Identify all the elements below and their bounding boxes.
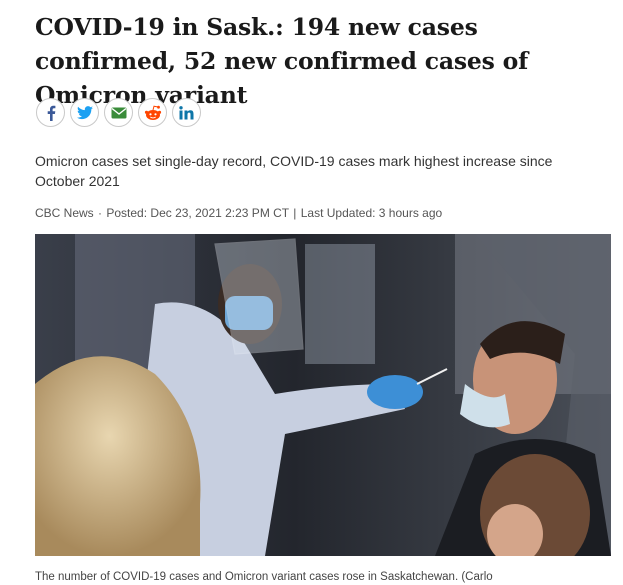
byline: CBC News · Posted: Dec 23, 2021 2:23 PM …: [35, 205, 442, 221]
share-twitter-button[interactable]: [70, 98, 99, 127]
share-facebook-button[interactable]: [36, 98, 65, 127]
share-reddit-button[interactable]: [138, 98, 167, 127]
reddit-icon: [144, 105, 161, 120]
article-deck: Omicron cases set single-day record, COV…: [35, 153, 553, 189]
share-email-button[interactable]: [104, 98, 133, 127]
headline: COVID-19 in Sask.: 194 new cases confirm…: [35, 13, 529, 109]
byline-separator: ·: [98, 206, 103, 220]
twitter-icon: [76, 105, 93, 119]
byline-source: CBC News: [35, 206, 94, 220]
covid-testing-photo: [35, 234, 611, 556]
facebook-icon: [47, 105, 55, 121]
byline-posted: Posted: Dec 23, 2021 2:23 PM CT: [106, 206, 289, 220]
share-linkedin-button[interactable]: [172, 98, 201, 127]
byline-updated: Last Updated: 3 hours ago: [300, 206, 443, 220]
article-photo[interactable]: [35, 234, 611, 556]
byline-divider: |: [293, 206, 297, 220]
linkedin-icon: [179, 105, 194, 119]
email-icon: [111, 107, 126, 118]
share-bar: [36, 98, 201, 127]
photo-caption: The number of COVID-19 cases and Omicron…: [35, 571, 493, 583]
